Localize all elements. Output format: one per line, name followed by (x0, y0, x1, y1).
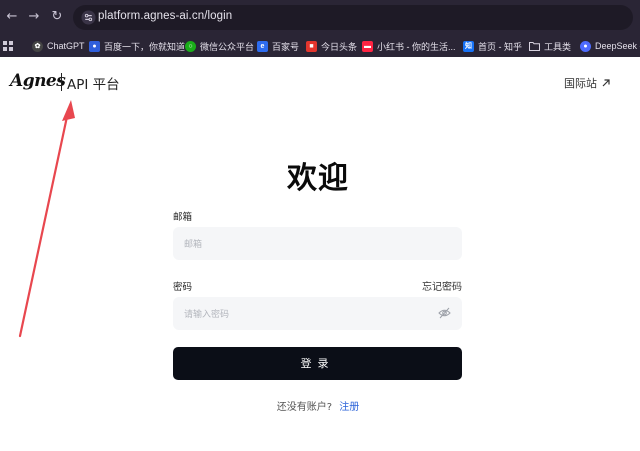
bookmark-baidu[interactable]: ● 百度一下，你就知道 (89, 38, 185, 54)
bookmark-folder-tools[interactable]: 工具类 (529, 38, 571, 54)
bookmark-label: 首页 - 知乎 (478, 41, 522, 52)
bookmark-label: DeepSeek - (595, 41, 640, 51)
password-placeholder: 请输入密码 (184, 310, 230, 320)
bookmarks-bar: ✿ ChatGPT ● 百度一下，你就知道 ○ 微信公众平台 e 百家号 ■ 今… (0, 35, 640, 57)
external-arrow-icon (602, 79, 610, 87)
international-site-link[interactable]: 国际站 (564, 75, 611, 91)
no-account-text: 还没有账户? (276, 402, 333, 413)
bookmark-label: ChatGPT (47, 41, 85, 51)
bookmark-label: 今日头条 (321, 41, 358, 52)
bookmark-label: 工具类 (544, 41, 572, 52)
bookmark-toutiao[interactable]: ■ 今日头条 (306, 38, 357, 54)
bookmark-label: 百度一下，你就知道 (104, 41, 186, 52)
page-title: 欢迎 (287, 161, 349, 196)
deepseek-icon: ● (580, 40, 591, 52)
bookmark-label: 小红书 - 你的生活... (377, 41, 456, 52)
address-bar[interactable]: platform.agnes-ai.cn/login (73, 5, 633, 30)
password-label: 密码 (173, 282, 193, 293)
bookmark-zhihu[interactable]: 知 首页 - 知乎 (463, 38, 522, 54)
baidu-icon: ● (89, 40, 100, 52)
folder-icon (529, 42, 540, 51)
email-label: 邮箱 (173, 212, 193, 223)
bookmark-chatgpt[interactable]: ✿ ChatGPT (32, 38, 85, 54)
forgot-password-link[interactable]: 忘记密码 (422, 278, 462, 293)
bookmark-xiaohongshu[interactable]: ▬ 小红书 - 你的生活... (362, 38, 456, 54)
site-info-icon[interactable] (81, 10, 96, 25)
bookmark-baijiahao[interactable]: e 百家号 (257, 38, 299, 54)
wechat-mp-icon: ○ (185, 40, 196, 52)
chatgpt-icon: ✿ (32, 40, 43, 52)
bookmark-wechat-mp[interactable]: ○ 微信公众平台 (185, 38, 254, 54)
logo-wordmark: Agnes (10, 71, 66, 91)
baijiahao-icon: e (257, 40, 268, 52)
apps-grid-icon[interactable] (3, 38, 14, 54)
signup-prompt: 还没有账户? 注册 (0, 398, 636, 413)
toutiao-icon: ■ (306, 40, 317, 52)
xiaohongshu-icon: ▬ (362, 40, 373, 52)
forward-icon[interactable]: → (26, 9, 42, 25)
international-site-label: 国际站 (564, 77, 597, 90)
product-name: API 平台 (67, 77, 120, 93)
browser-chrome: ← → ↻ platform.agnes-ai.cn/login ✿ ChatG… (0, 0, 640, 57)
login-page: Agnes API 平台 国际站 欢迎 邮箱 邮箱 密码 忘记密码 请输入密码 … (0, 57, 640, 451)
url-text[interactable]: platform.agnes-ai.cn/login (98, 10, 232, 22)
bookmark-label: 微信公众平台 (200, 41, 255, 52)
back-icon[interactable]: ← (4, 9, 20, 25)
reload-icon[interactable]: ↻ (49, 9, 65, 25)
bookmark-label: 百家号 (272, 41, 300, 52)
login-button[interactable]: 登录 (173, 347, 462, 380)
browser-nav-row: ← → ↻ platform.agnes-ai.cn/login (0, 0, 640, 35)
bookmark-deepseek[interactable]: ● DeepSeek - (580, 38, 640, 54)
zhihu-icon: 知 (463, 40, 474, 52)
eye-off-icon[interactable] (438, 307, 451, 319)
email-placeholder: 邮箱 (184, 240, 203, 250)
email-field[interactable]: 邮箱 (173, 227, 462, 260)
signup-link[interactable]: 注册 (339, 402, 359, 413)
logo-divider (61, 73, 62, 91)
password-field[interactable]: 请输入密码 (173, 297, 462, 330)
